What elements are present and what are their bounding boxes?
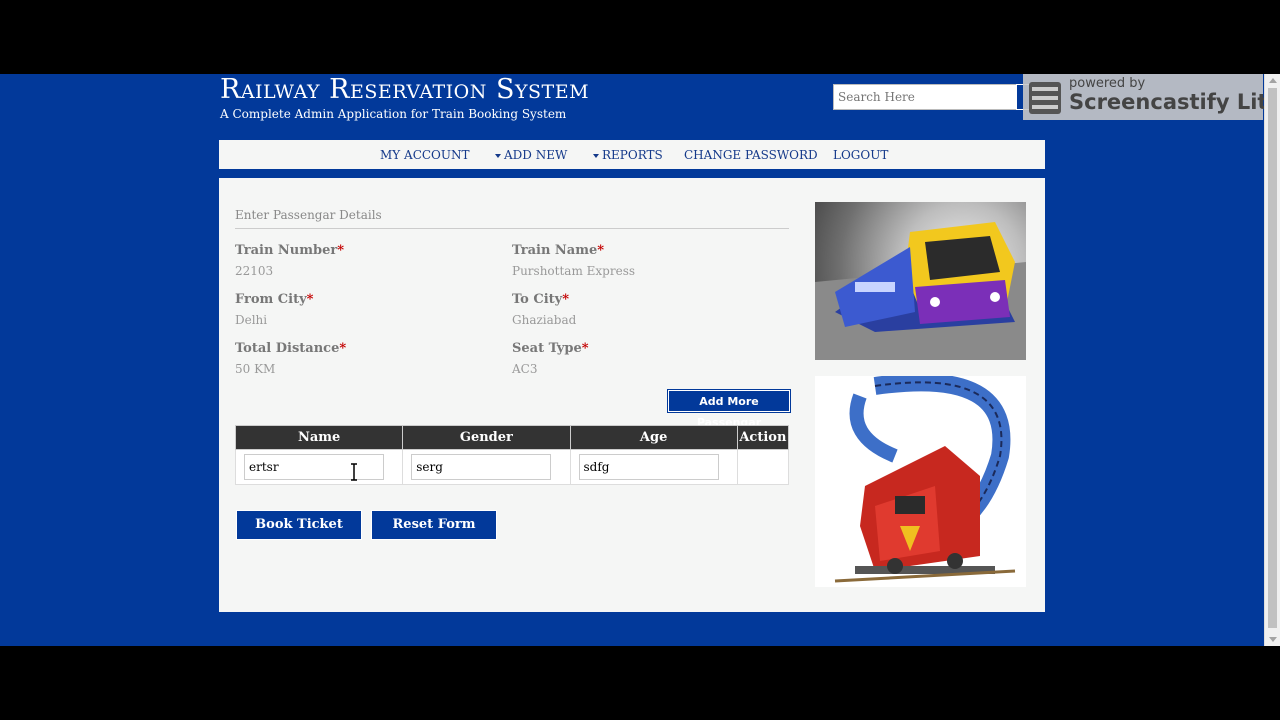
- nav-add-new[interactable]: ADD NEW: [495, 148, 567, 162]
- nav-change-password[interactable]: CHANGE PASSWORD: [684, 148, 818, 162]
- nav-logout-label: LOGOUT: [833, 148, 889, 162]
- column-header-action: Action: [736, 425, 790, 450]
- to-city-label: To City*: [512, 292, 570, 307]
- add-more-passenger-button[interactable]: Add More Passengar: [668, 390, 790, 429]
- table-header-row: Name Gender Age Action: [234, 425, 790, 450]
- caret-down-icon: [593, 153, 599, 158]
- video-letterbox-bottom: [0, 646, 1280, 720]
- modern-train-image: [815, 202, 1026, 360]
- seat-type-value: AC3: [512, 362, 538, 376]
- scroll-down-icon[interactable]: [1269, 637, 1277, 642]
- nav-logout[interactable]: LOGOUT: [833, 148, 888, 162]
- scrollbar-thumb[interactable]: [1268, 88, 1277, 628]
- gender-cell: [402, 449, 571, 485]
- site-title: Railway Reservation System: [220, 74, 590, 105]
- site-subtitle: A Complete Admin Application for Train B…: [220, 107, 567, 121]
- passenger-name-input[interactable]: [244, 454, 384, 480]
- to-city-value: Ghaziabad: [512, 313, 577, 327]
- from-city-label: From City*: [235, 292, 314, 307]
- seat-type-label: Seat Type*: [512, 341, 589, 356]
- section-title: Enter Passengar Details: [235, 208, 382, 222]
- nav-my-account[interactable]: MY ACCOUNT: [380, 148, 470, 162]
- train-name-label: Train Name*: [512, 243, 605, 258]
- nav-change-password-label: CHANGE PASSWORD: [684, 148, 818, 162]
- total-distance-value: 50 KM: [235, 362, 276, 376]
- train-number-value: 22103: [235, 264, 274, 278]
- reset-form-button[interactable]: Reset Form: [371, 510, 497, 540]
- age-cell: [569, 449, 738, 485]
- passenger-age-input[interactable]: [578, 454, 719, 480]
- column-header-name: Name: [234, 425, 404, 450]
- name-cell: [234, 449, 404, 485]
- table-row: [234, 449, 790, 485]
- vertical-scrollbar[interactable]: [1264, 74, 1280, 646]
- cartoon-train-image: [815, 376, 1026, 587]
- caret-down-icon: [495, 153, 501, 158]
- train-number-label: Train Number*: [235, 243, 345, 258]
- passenger-table: Name Gender Age Action: [234, 425, 790, 485]
- screencastify-watermark: powered by Screencastify Lite: [1023, 74, 1280, 120]
- action-cell: [736, 449, 790, 485]
- main-navbar: MY ACCOUNT ADD NEW REPORTS CHANGE PASSWO…: [219, 140, 1045, 173]
- from-city-value: Delhi: [235, 313, 268, 327]
- nav-my-account-label: MY ACCOUNT: [380, 148, 470, 162]
- scroll-up-icon[interactable]: [1269, 78, 1277, 83]
- watermark-brand: Screencastify Lite: [1069, 90, 1280, 114]
- main-content-panel: Enter Passengar Details Train Number* 22…: [219, 178, 1045, 612]
- total-distance-label: Total Distance*: [235, 341, 347, 356]
- nav-reports[interactable]: REPORTS: [593, 148, 663, 162]
- section-divider: [235, 228, 789, 229]
- film-strip-icon: [1029, 82, 1061, 114]
- column-header-gender: Gender: [402, 425, 571, 450]
- train-name-value: Purshottam Express: [512, 264, 636, 278]
- book-ticket-button[interactable]: Book Ticket: [236, 510, 362, 540]
- browser-viewport: Railway Reservation System A Complete Ad…: [0, 74, 1280, 646]
- text-cursor-icon: [350, 463, 358, 481]
- video-letterbox-top: [0, 0, 1280, 74]
- nav-reports-label: REPORTS: [602, 148, 663, 162]
- passenger-gender-input[interactable]: [411, 454, 552, 480]
- column-header-age: Age: [569, 425, 738, 450]
- nav-add-new-label: ADD NEW: [504, 148, 568, 162]
- watermark-powered-by: powered by: [1069, 76, 1146, 91]
- search-input[interactable]: [833, 84, 1017, 110]
